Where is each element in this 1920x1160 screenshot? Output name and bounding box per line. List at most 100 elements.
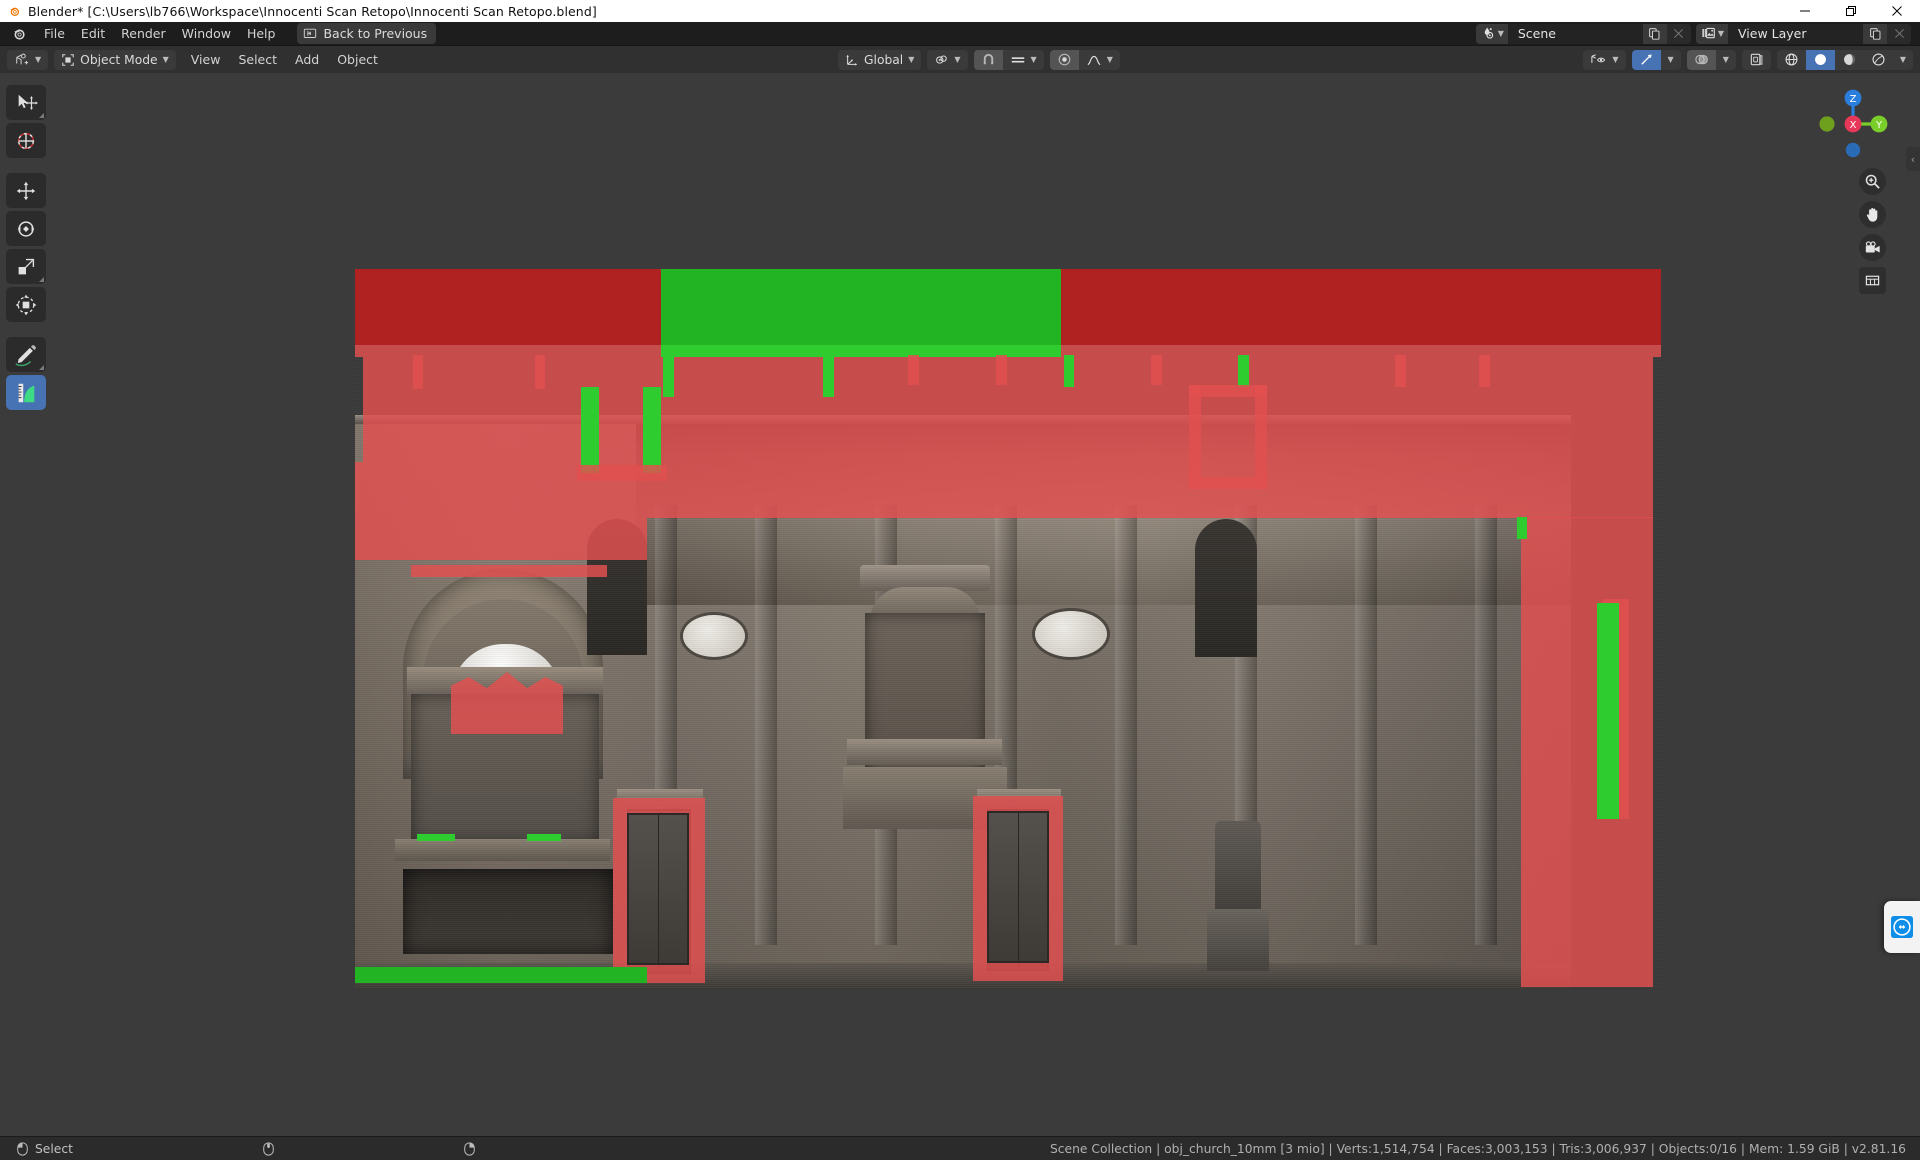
- shading-material-button[interactable]: [1834, 49, 1864, 70]
- show-overlays-toggle[interactable]: [1686, 49, 1716, 70]
- tool-annotate[interactable]: [6, 337, 46, 372]
- pan-view-button[interactable]: [1859, 201, 1886, 228]
- view-layer-name-field[interactable]: View Layer: [1728, 23, 1863, 44]
- overlay-baluster-green: [663, 355, 674, 397]
- overlay-red-roof-right: [1061, 269, 1661, 345]
- 3d-viewport[interactable]: Z Y X ‹: [0, 73, 1920, 1136]
- overlays-options-dropdown[interactable]: ▼: [1715, 49, 1736, 70]
- remove-view-layer-button[interactable]: [1887, 23, 1911, 44]
- menu-edit[interactable]: Edit: [73, 24, 113, 44]
- view-layer-browse-button[interactable]: ▼: [1695, 23, 1728, 44]
- cursor-3d-icon: [17, 132, 35, 149]
- camera-view-button[interactable]: [1859, 234, 1886, 261]
- scanned-church-mesh[interactable]: [355, 269, 1661, 989]
- menu-window[interactable]: Window: [174, 24, 239, 44]
- tool-transform[interactable]: [6, 287, 46, 322]
- maximize-icon: [1846, 6, 1856, 16]
- overlay-red-upper-wall: [363, 357, 1653, 462]
- shading-options-dropdown[interactable]: ▼: [1892, 49, 1913, 70]
- viewport-menu-view[interactable]: View: [182, 49, 230, 70]
- gizmo-axis-neg-z[interactable]: [1845, 142, 1861, 158]
- scene-browse-button[interactable]: ▼: [1475, 23, 1508, 44]
- overlay-red-window-sill: [577, 465, 667, 481]
- proportional-editing-toggle[interactable]: [1049, 49, 1079, 70]
- mode-dropdown[interactable]: Object Mode ▼: [54, 49, 176, 70]
- overlay-baluster: [908, 355, 919, 385]
- topbar-right-group: ▼ Scene ▼ View Layer: [1475, 23, 1920, 44]
- shading-rendered-button[interactable]: [1863, 49, 1893, 70]
- toggle-orthographic-button[interactable]: [1859, 267, 1886, 294]
- object-visibility-selector[interactable]: ▼: [1583, 49, 1626, 70]
- shading-wireframe-icon: [1785, 53, 1798, 66]
- blender-app-icon[interactable]: [10, 25, 27, 42]
- shading-solid-button[interactable]: [1805, 49, 1835, 70]
- status-mouse-left: Select: [17, 1142, 73, 1156]
- navigation-gizmo[interactable]: Z Y X: [1810, 81, 1896, 167]
- transform-orientation-icon: [846, 54, 858, 66]
- mesh-pilaster: [1355, 505, 1377, 945]
- minimize-button[interactable]: [1782, 0, 1828, 22]
- back-to-previous-button[interactable]: Back to Previous: [297, 23, 437, 44]
- editor-type-3d-viewport-icon: [16, 53, 29, 64]
- move-view-hand-icon: [1866, 207, 1878, 222]
- snap-toggle-button[interactable]: [973, 49, 1003, 70]
- gizmo-options-dropdown[interactable]: ▼: [1660, 49, 1681, 70]
- overlays-group: ▼: [1686, 49, 1736, 70]
- show-gizmo-toggle[interactable]: [1631, 49, 1661, 70]
- new-view-layer-icon: [1869, 28, 1880, 40]
- new-view-layer-button[interactable]: [1863, 23, 1887, 44]
- transform-orientation-dropdown[interactable]: Global ▼: [838, 49, 922, 70]
- status-mouse-right: [464, 1141, 475, 1156]
- chevron-down-icon: ▼: [162, 54, 169, 64]
- overlay-green-window-jamb: [643, 387, 661, 473]
- chevron-down-icon: ▼: [954, 54, 961, 64]
- tool-measure[interactable]: [6, 375, 46, 410]
- proportional-falloff-dropdown[interactable]: ▼: [1078, 49, 1120, 70]
- scene-name-field[interactable]: Scene: [1507, 23, 1643, 44]
- menu-help[interactable]: Help: [239, 24, 284, 44]
- overlay-baluster: [996, 355, 1007, 385]
- mesh-oval-window: [683, 615, 745, 657]
- overlay-red-balustrade-left: [355, 345, 661, 357]
- pivot-point-selector[interactable]: ▼: [927, 49, 968, 70]
- gizmo-axis-neg-y[interactable]: [1819, 116, 1835, 132]
- transform-orientation-selector[interactable]: Global ▼: [838, 49, 922, 70]
- menu-file[interactable]: File: [36, 24, 73, 44]
- shading-wireframe-button[interactable]: [1776, 49, 1806, 70]
- status-scene-stats: Scene Collection | obj_church_10mm [3 mi…: [1049, 1141, 1906, 1156]
- shading-solid-icon: [1814, 54, 1826, 65]
- chevron-down-icon: ▼: [1612, 54, 1619, 64]
- camera-view-icon: [1865, 240, 1880, 252]
- new-scene-button[interactable]: [1642, 23, 1667, 44]
- tool-rotate[interactable]: [6, 211, 46, 246]
- editor-type-button[interactable]: ▼: [7, 49, 49, 70]
- tool-tweak[interactable]: [6, 85, 46, 120]
- zoom-region-icon: [1865, 174, 1880, 189]
- snap-to-dropdown[interactable]: ▼: [1002, 49, 1044, 70]
- chevron-down-icon: ▼: [1106, 54, 1113, 64]
- tool-scale[interactable]: [6, 249, 46, 284]
- object-type-visibility-dropdown[interactable]: ▼: [1583, 49, 1626, 70]
- viewport-menu-select[interactable]: Select: [229, 49, 286, 70]
- chevron-down-icon: ▼: [35, 54, 42, 64]
- viewport-menu-add[interactable]: Add: [286, 49, 328, 70]
- unlink-scene-button[interactable]: [1666, 23, 1691, 44]
- gizmo-axis-y-label: Y: [1875, 120, 1883, 131]
- gizmo-axis-z-label: Z: [1850, 94, 1857, 105]
- status-mouse-middle: [263, 1141, 274, 1156]
- editor-type-selector[interactable]: ▼: [7, 49, 49, 70]
- show-overlays-icon: [1695, 54, 1708, 65]
- zoom-region-button[interactable]: [1859, 168, 1886, 195]
- tool-cursor[interactable]: [6, 123, 46, 158]
- toggle-xray-button[interactable]: [1741, 49, 1771, 70]
- viewport-menu-object[interactable]: Object: [328, 49, 387, 70]
- close-button[interactable]: [1874, 0, 1920, 22]
- teamviewer-widget[interactable]: [1884, 901, 1920, 953]
- view-layer-icon: [1702, 27, 1715, 39]
- sidebar-toggle[interactable]: ‹: [1906, 147, 1920, 171]
- menu-render[interactable]: Render: [113, 24, 174, 44]
- maximize-button[interactable]: [1828, 0, 1874, 22]
- tool-move[interactable]: [6, 173, 46, 208]
- interaction-mode-selector[interactable]: Object Mode ▼: [54, 49, 176, 70]
- pivot-point-dropdown[interactable]: ▼: [927, 49, 968, 70]
